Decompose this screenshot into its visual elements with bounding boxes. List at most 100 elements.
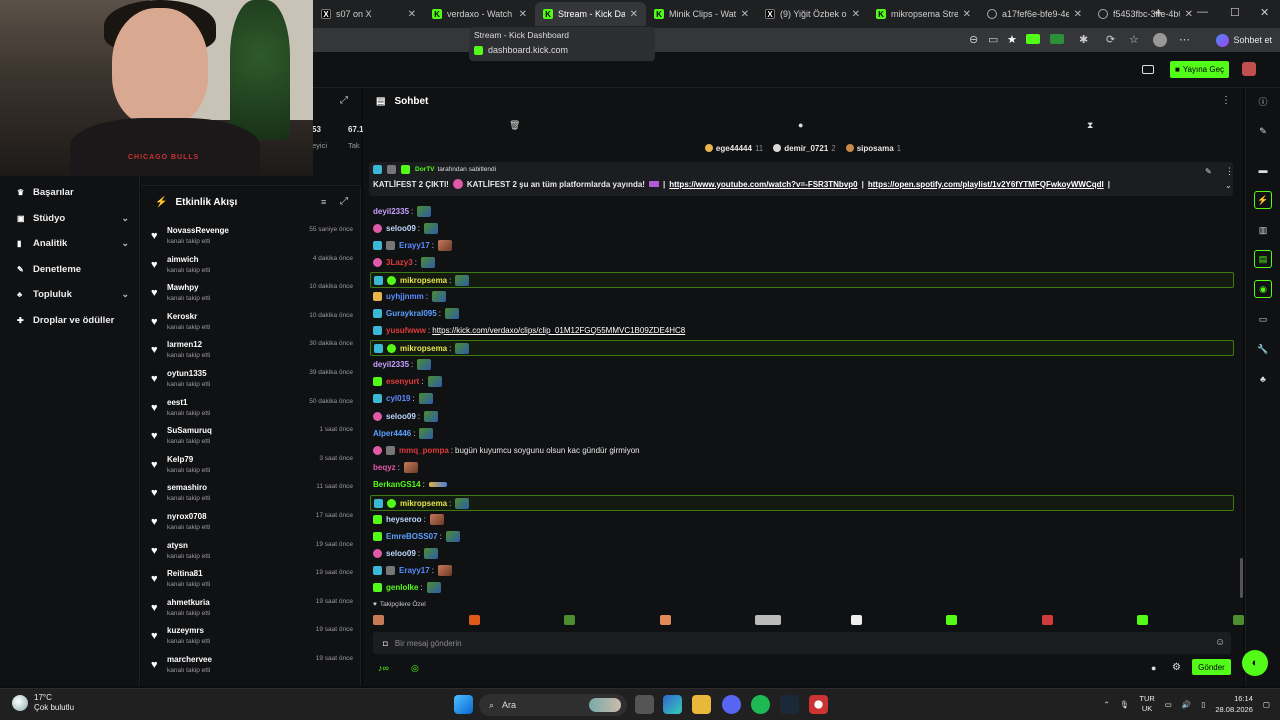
- sidebar-item[interactable]: ▣ Stüdyo ⌄: [17, 213, 129, 224]
- close-tab-icon[interactable]: ✕: [519, 9, 527, 20]
- notifications-icon[interactable]: ▢: [1263, 700, 1270, 709]
- leaderboard-entry[interactable]: demir_0721 2: [773, 141, 836, 155]
- sidebar-item[interactable]: ✚ Droplar ve ödüller: [17, 315, 129, 326]
- chat-scrollbar[interactable]: [1240, 558, 1243, 598]
- edge-icon[interactable]: [663, 695, 682, 714]
- volume-icon[interactable]: 🔊: [1182, 700, 1191, 709]
- sidebar-item[interactable]: ♣ Topluluk ⌄: [17, 289, 129, 300]
- leaderboard-entry[interactable]: siposama 1: [845, 141, 901, 155]
- browser-tab[interactable]: a17fef6e-bfe9-4e86 ✕: [979, 2, 1090, 26]
- support-chat-button[interactable]: ◐: [1242, 650, 1268, 676]
- chat-username[interactable]: mmq_pompa: [399, 446, 449, 455]
- feed-user[interactable]: eest1: [167, 398, 187, 407]
- unpin-icon[interactable]: ✎: [1205, 167, 1212, 176]
- app-icon[interactable]: [809, 695, 828, 714]
- chat-username[interactable]: seloo09: [386, 412, 416, 421]
- chat-username[interactable]: seloo09: [386, 224, 416, 233]
- feed-user[interactable]: Mawhpy: [167, 283, 199, 292]
- discord-icon[interactable]: [722, 695, 741, 714]
- quick-actions-icon[interactable]: ⚡: [1254, 191, 1272, 209]
- extensions-icon[interactable]: ✱: [1079, 33, 1088, 46]
- browser-tab[interactable]: K Minik Clips - Watch ✕: [646, 2, 757, 26]
- info-icon[interactable]: ⓘ: [1254, 92, 1272, 110]
- network-icon[interactable]: ▭: [1165, 700, 1172, 709]
- feed-user[interactable]: Kelp79: [167, 455, 193, 464]
- battery-icon[interactable]: ▯: [1201, 700, 1205, 709]
- chat-users-icon[interactable]: ●: [1151, 663, 1156, 673]
- target-icon[interactable]: ◉: [1254, 280, 1272, 298]
- favorites-icon[interactable]: ☆: [1129, 33, 1139, 46]
- clock[interactable]: 16:14 28.08.2026: [1215, 693, 1253, 715]
- taskbar-search[interactable]: ⌕ Ara: [479, 694, 627, 716]
- speech-bubble-icon[interactable]: ●: [798, 120, 803, 130]
- maximize-icon[interactable]: ☐: [1230, 6, 1240, 19]
- wrench-icon[interactable]: 🔧: [1254, 340, 1272, 358]
- chevron-up-icon[interactable]: ⌃: [1104, 700, 1110, 709]
- page-icon[interactable]: ▥: [1254, 221, 1272, 239]
- pinned-by-user[interactable]: DorTV: [415, 166, 435, 173]
- feed-user[interactable]: NovassRevenge: [167, 226, 229, 235]
- explorer-icon[interactable]: [692, 695, 711, 714]
- copilot-chat-button[interactable]: Sohbet et: [1216, 31, 1272, 49]
- chat-username[interactable]: esenyurt: [386, 377, 419, 386]
- feed-user[interactable]: ahmetkuria: [167, 598, 210, 607]
- browser-tab[interactable]: Kverdaxo - Watch clip ✕: [424, 2, 535, 26]
- feed-user[interactable]: Reitina81: [167, 569, 203, 578]
- account-avatar-icon[interactable]: [1153, 33, 1167, 47]
- emote-quick-pick[interactable]: [1041, 615, 1053, 625]
- new-tab-button[interactable]: +: [1154, 5, 1163, 22]
- sidebar-item[interactable]: ♛ Başarılar: [17, 187, 129, 198]
- start-icon[interactable]: [454, 695, 473, 714]
- sidebar-item[interactable]: ▮ Analitik ⌄: [17, 238, 129, 249]
- feed-user[interactable]: oytun1335: [167, 369, 207, 378]
- feed-user[interactable]: SuSamuruq: [167, 426, 212, 435]
- monitor-icon[interactable]: ▭: [1254, 310, 1272, 328]
- user-avatar[interactable]: [1242, 62, 1256, 76]
- reader-icon[interactable]: ▭: [988, 33, 998, 46]
- feed-user[interactable]: larmen12: [167, 340, 202, 349]
- go-live-button[interactable]: ■ Yayına Geç: [1170, 61, 1229, 78]
- chat-username[interactable]: 3Lazy3: [386, 258, 413, 267]
- emote-quick-pick[interactable]: [755, 615, 781, 625]
- chat-username[interactable]: mikropsema: [400, 344, 447, 353]
- chat-username[interactable]: BerkanGS14: [373, 480, 421, 489]
- send-button[interactable]: Gönder: [1192, 659, 1231, 675]
- chat-username[interactable]: uyhjjnmm: [386, 292, 424, 301]
- browser-tab[interactable]: Kmikropsema Stream ✕: [868, 2, 979, 26]
- browser-tab[interactable]: K Stream - Kick Dashb ✕: [535, 2, 646, 26]
- expand-icon[interactable]: ⤢: [340, 196, 348, 207]
- chat-username[interactable]: Erayy17: [399, 241, 430, 250]
- close-tab-icon[interactable]: ✕: [630, 9, 638, 20]
- chat-username[interactable]: seloo09: [386, 549, 416, 558]
- pinned-menu-icon[interactable]: ⋮: [1225, 166, 1234, 177]
- feed-user[interactable]: kuzeymrs: [167, 626, 204, 635]
- close-tab-icon[interactable]: ✕: [741, 9, 749, 20]
- pinned-link-youtube[interactable]: https://www.youtube.com/watch?v=-FSR3TNb…: [669, 180, 857, 189]
- chat-username[interactable]: mikropsema: [400, 499, 447, 508]
- chat-username[interactable]: yusufwww: [386, 326, 426, 335]
- edit-icon[interactable]: ✎: [1254, 122, 1272, 140]
- chat-settings-icon[interactable]: ⚙: [1172, 662, 1181, 673]
- chat-username[interactable]: genlolke: [386, 583, 418, 592]
- emote-quick-pick[interactable]: [946, 615, 957, 625]
- profile-sync-icon[interactable]: ⟳: [1106, 33, 1115, 46]
- emote-quick-pick[interactable]: [850, 615, 862, 625]
- bookmark-star-icon[interactable]: ★: [1007, 33, 1017, 46]
- users-icon[interactable]: ♣: [1254, 370, 1272, 388]
- chat-username[interactable]: deyil2335: [373, 207, 409, 216]
- chevron-down-icon[interactable]: ⌄: [121, 289, 129, 300]
- emote-quick-pick[interactable]: [1232, 615, 1244, 625]
- browser-tab[interactable]: X (9) Yiğit Özbek on X ✕: [757, 2, 868, 26]
- emote-quick-pick[interactable]: [468, 615, 480, 625]
- emoji-icon[interactable]: ☺: [1215, 637, 1225, 648]
- region-label[interactable]: UK: [1139, 704, 1154, 714]
- browser-tab[interactable]: Xs07 on X ✕: [313, 2, 424, 26]
- spotify-icon[interactable]: [751, 695, 770, 714]
- close-tab-icon[interactable]: ✕: [408, 9, 416, 20]
- feed-user[interactable]: atysn: [167, 541, 188, 550]
- emote-quick-pick[interactable]: [373, 615, 384, 625]
- chat-username[interactable]: deyil2335: [373, 360, 409, 369]
- sidebar-item[interactable]: ✎ Denetleme: [17, 264, 129, 275]
- chat-input[interactable]: ◘ Bir mesaj gönderin ☺: [373, 632, 1231, 654]
- filter-icon[interactable]: ≡: [321, 197, 326, 207]
